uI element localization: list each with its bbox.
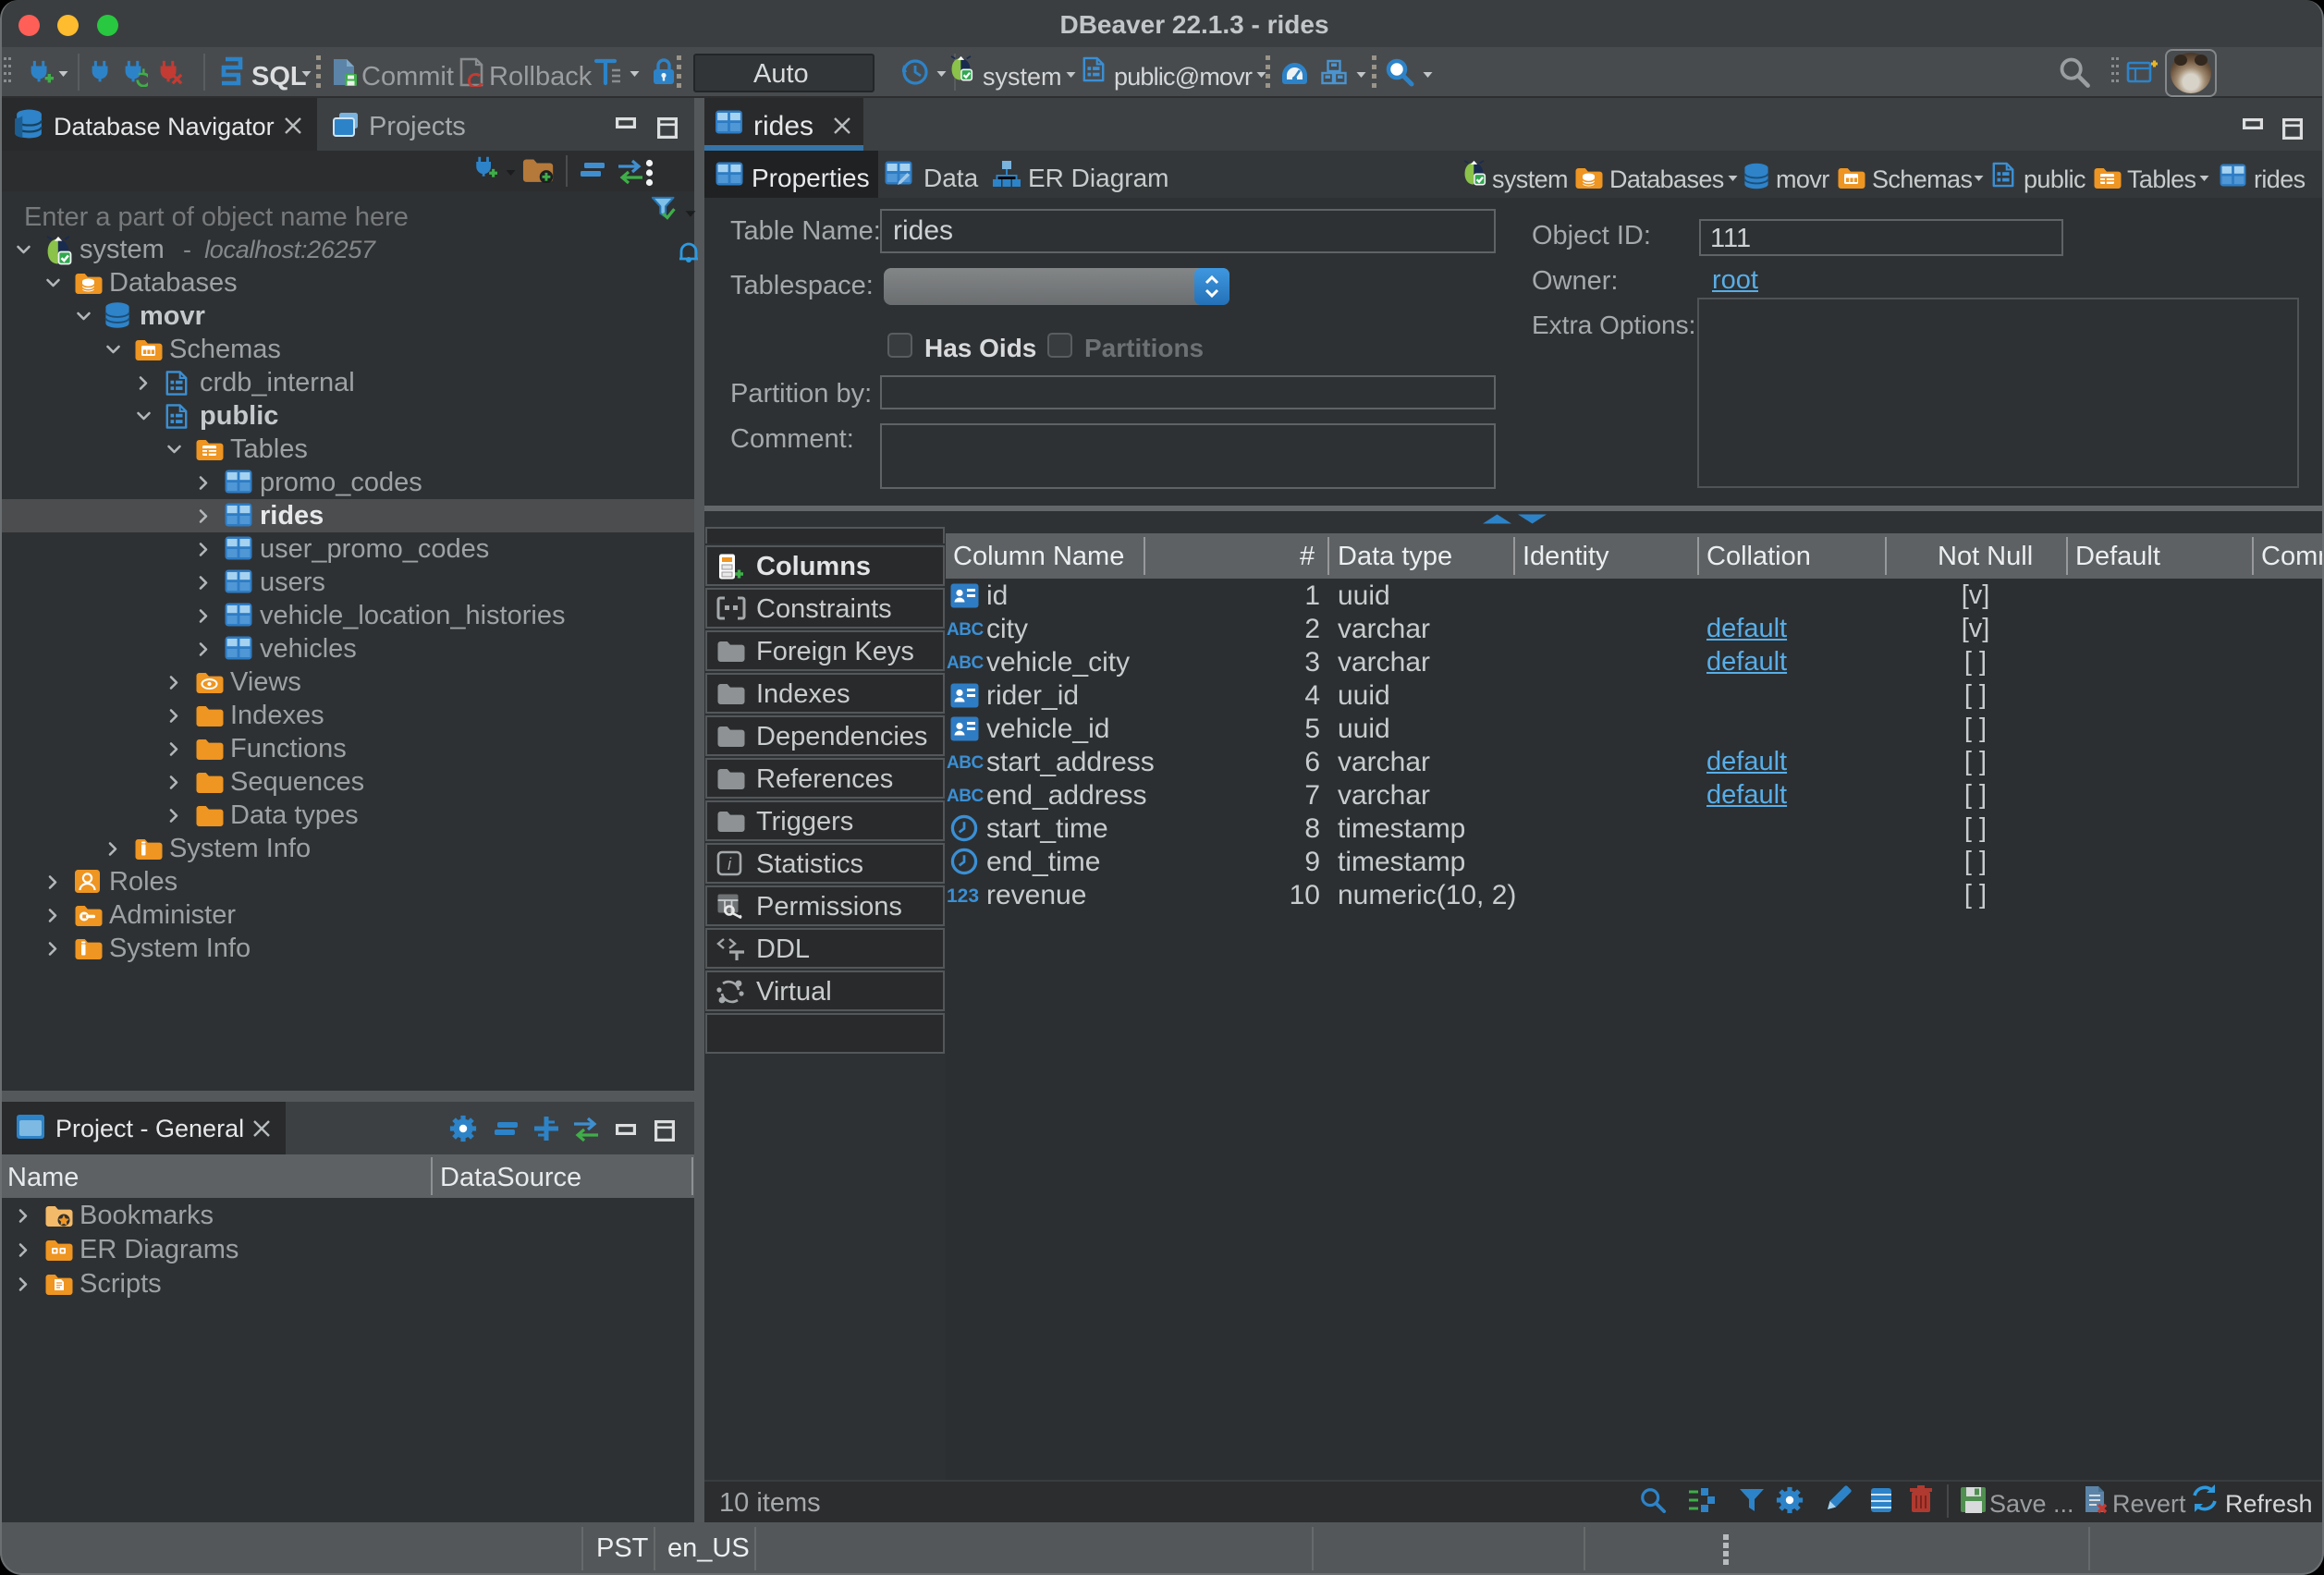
svg-text:i: i bbox=[728, 855, 732, 873]
